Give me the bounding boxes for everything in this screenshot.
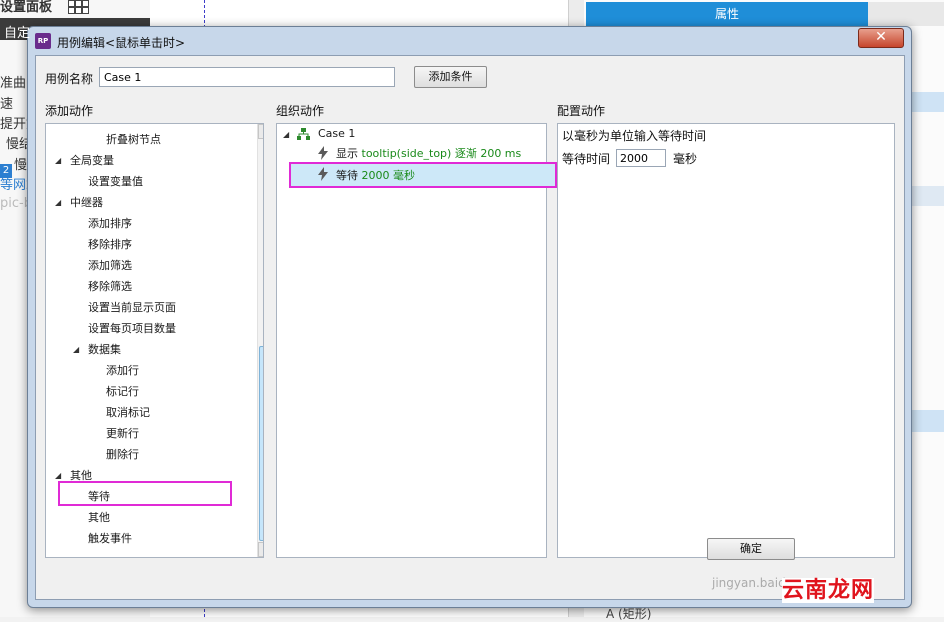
tree-item[interactable]: 标记行 <box>106 381 139 402</box>
action-verb: 显示 <box>336 147 358 160</box>
tree-item[interactable]: 删除行 <box>106 444 139 465</box>
case-icon <box>297 128 310 140</box>
lightning-icon <box>318 146 328 160</box>
tree-scrollbar[interactable]: ▲ ▼ <box>257 124 263 557</box>
bg-text: 准曲 <box>0 76 27 91</box>
wait-time-input[interactable] <box>616 149 666 167</box>
case-node-label[interactable]: Case 1 <box>318 123 355 144</box>
action-show-tooltip[interactable]: 显示 tooltip(side_top) 逐渐 200 ms <box>336 143 521 164</box>
app-icon: RP <box>35 33 51 49</box>
bg-text: 慢 <box>14 158 28 173</box>
add-actions-header: 添加动作 <box>45 104 94 118</box>
config-instruction: 以毫秒为单位输入等待时间 <box>562 129 707 143</box>
case-name-input[interactable] <box>99 67 395 87</box>
tree-item[interactable]: 更新行 <box>106 423 139 444</box>
wait-highlight-box <box>58 481 232 506</box>
tree-item[interactable]: 取消标记 <box>106 402 150 423</box>
wait-unit-label: 毫秒 <box>673 152 698 166</box>
scroll-thumb[interactable] <box>259 346 263 541</box>
case-editor-dialog: RP 用例编辑<鼠标单击时> ✕ 用例名称 添加条件 添加动作 组织动作 配置动… <box>27 26 912 608</box>
tree-item[interactable]: 触发事件 <box>88 528 132 549</box>
close-button[interactable]: ✕ <box>858 28 904 48</box>
tree-item[interactable]: 添加行 <box>106 360 139 381</box>
organize-actions-header: 组织动作 <box>276 104 325 118</box>
tab-other[interactable] <box>868 2 944 26</box>
expand-icon[interactable]: ◢ <box>55 471 61 480</box>
bg-text: 设置面板 <box>0 0 53 15</box>
tree-item[interactable]: 移除排序 <box>88 234 132 255</box>
scroll-up-arrow[interactable]: ▲ <box>258 124 263 139</box>
tree-item[interactable]: 添加筛选 <box>88 255 132 276</box>
tree-item[interactable]: 中继器 <box>70 192 103 213</box>
watermark-logo: 云南龙网 <box>782 578 875 603</box>
expand-icon[interactable]: ◢ <box>283 130 289 139</box>
tree-item[interactable]: 数据集 <box>88 339 121 360</box>
dialog-titlebar[interactable]: RP 用例编辑<鼠标单击时> ✕ <box>28 27 911 55</box>
tree-item[interactable]: 全局变量 <box>70 150 114 171</box>
tree-item[interactable]: 设置变量值 <box>88 171 143 192</box>
tree-item[interactable]: 设置每页项目数量 <box>88 318 176 339</box>
dialog-body: 用例名称 添加条件 添加动作 组织动作 配置动作 折叠树节点 ◢ 全局变量设置变量值… <box>35 55 905 600</box>
expand-icon[interactable]: ◢ <box>55 198 61 207</box>
bg-text: 自定 <box>4 26 31 41</box>
scroll-down-arrow[interactable]: ▼ <box>258 542 263 557</box>
configure-actions-header: 配置动作 <box>557 104 606 118</box>
configure-actions-panel: 以毫秒为单位输入等待时间 等待时间 毫秒 <box>557 123 895 558</box>
wait-time-label: 等待时间 <box>562 152 611 166</box>
tree-item[interactable]: 移除筛选 <box>88 276 132 297</box>
expand-icon[interactable]: ◢ <box>73 345 79 354</box>
expand-icon[interactable]: ◢ <box>55 156 61 165</box>
bg-text: 速 <box>0 97 14 112</box>
tree-item[interactable]: 设置当前显示页面 <box>88 297 176 318</box>
tree-item[interactable]: 折叠树节点 <box>106 129 161 150</box>
action-detail: tooltip(side_top) 逐渐 200 ms <box>361 147 522 160</box>
wait-action-highlight-box <box>289 162 557 188</box>
case-name-label: 用例名称 <box>45 72 94 86</box>
ok-button[interactable]: 确定 <box>707 538 795 560</box>
dialog-title: 用例编辑<鼠标单击时> <box>57 36 186 50</box>
add-actions-tree[interactable]: 折叠树节点 ◢ 全局变量 设置变量值 ◢ 中继器 添加排序 移除排序 添加筛选 移除筛选 设置当前显… <box>45 123 264 558</box>
tree-item[interactable]: 其他 <box>88 507 110 528</box>
organize-actions-tree[interactable]: ◢ Case 1 显示 tooltip(side_top) 逐渐 200 ms … <box>276 123 557 558</box>
add-condition-button[interactable]: 添加条件 <box>414 66 487 88</box>
grid-icon[interactable] <box>68 0 89 14</box>
tab-properties[interactable]: 属性 <box>586 2 868 26</box>
bg-badge: 2 <box>0 164 12 178</box>
tree-item[interactable]: 添加排序 <box>88 213 132 234</box>
